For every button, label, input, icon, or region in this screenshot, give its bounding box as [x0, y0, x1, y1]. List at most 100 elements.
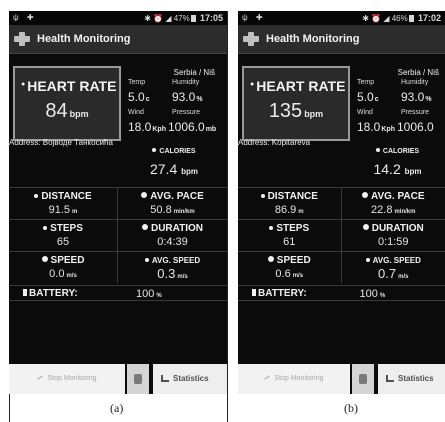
avg-pace-stat: AVG. PACE 50.8 min/km	[118, 188, 227, 219]
humidity-label: Humidity	[172, 79, 200, 86]
statistics-button[interactable]: Statistics	[153, 364, 227, 394]
speed-unit: m/s	[66, 273, 77, 279]
address-label: Address: Kopitareva	[238, 138, 311, 147]
stop-icon	[37, 375, 44, 380]
medical-cross-icon	[14, 31, 30, 47]
weather-panel: Serbia / Niš Temp Humidity 5.0c 93.0% Wi…	[355, 68, 445, 152]
steps-icon	[43, 226, 48, 230]
battery-row: BATTERY: 100%	[9, 285, 227, 301]
heart-rate-box: ● HEART RATE 135 bpm	[242, 66, 350, 141]
avg-speed-value: 0.3	[157, 266, 176, 281]
pressure-value: 1006.0mb	[168, 120, 217, 134]
duration-value: 0:4:39	[157, 236, 188, 248]
avg-speed-label: AVG. SPEED	[372, 256, 421, 265]
distance-value: 86.9	[274, 204, 297, 216]
speed-label: SPEED	[50, 255, 85, 266]
phone-screen-b: ψ ✚ ✱ ⏰ ◢ 46% 17:02 Health Monitoring ● H…	[238, 11, 445, 394]
avg-speed-label: AVG. SPEED	[151, 256, 201, 265]
sensor-button[interactable]	[127, 364, 149, 394]
heart-rate-unit: bpm	[69, 109, 89, 119]
steps-value: 65	[56, 236, 70, 248]
sensor-icon	[359, 374, 367, 384]
heart-rate-value: 84	[45, 100, 68, 122]
stats-row-3: SPEED 0.0 m/s AVG. SPEED 0.3 m/s	[9, 251, 227, 283]
phone-screen-a: ψ ✚ ✱ ⏰ ◢ 47% 17:05 Health Monitoring ● H…	[9, 11, 227, 394]
caption-a: (a)	[110, 401, 124, 415]
stop-monitoring-button[interactable]: Stop Monitoring	[238, 364, 350, 394]
battery-level-icon	[252, 289, 256, 296]
battery-value: 100	[359, 288, 378, 300]
alarm-icon: ⏰	[371, 14, 382, 23]
timer-icon	[141, 224, 148, 230]
action-bar: Health Monitoring	[238, 25, 445, 54]
steps-label: STEPS	[276, 223, 310, 234]
temp-value: 5.0c	[128, 90, 150, 104]
alarm-icon: ⏰	[153, 14, 164, 23]
statistics-button[interactable]: Statistics	[378, 364, 445, 394]
distance-icon	[34, 194, 39, 198]
status-indicators: ✱ ⏰ ◢ 46% 17:02	[362, 13, 441, 23]
duration-label: DURATION	[150, 223, 204, 234]
address-label: Address: Војводе Танкосића	[9, 138, 113, 147]
bottom-bar: Stop Monitoring Statistics	[238, 364, 445, 394]
wind-label: Wind	[357, 109, 373, 116]
signal-icon: ◢	[165, 14, 172, 23]
calories-label: CALORIES	[121, 148, 227, 155]
clock: 17:05	[199, 13, 223, 23]
stop-monitoring-button[interactable]: Stop Monitoring	[9, 364, 125, 394]
battery-label: BATTERY:	[29, 288, 78, 299]
heart-icon: ●	[21, 81, 26, 88]
battery-percent: 46%	[391, 14, 408, 23]
steps-icon	[269, 226, 274, 230]
app-title: Health Monitoring	[37, 33, 131, 45]
speed-stat: SPEED 0.0 m/s	[9, 252, 118, 283]
avg-speed-icon	[144, 258, 149, 262]
action-bar: Health Monitoring	[9, 25, 227, 54]
stats-row-1: DISTANCE 86.9 m AVG. PACE 22.8 min/km	[238, 187, 445, 219]
distance-value: 91.5	[48, 204, 71, 216]
calories-icon	[375, 148, 380, 152]
avg-speed-stat: AVG. SPEED 0.7 m/s	[342, 252, 445, 283]
humidity-value: 93.0%	[172, 90, 203, 104]
pace-icon	[361, 192, 368, 198]
heart-rate-unit: bpm	[304, 109, 324, 119]
heart-icon: ●	[250, 81, 255, 88]
sensor-icon	[134, 374, 142, 384]
battery-level-icon	[23, 289, 27, 296]
battery-unit: %	[379, 293, 386, 299]
heart-rate-value: 135	[268, 100, 303, 122]
avg-pace-label: AVG. PACE	[150, 191, 204, 202]
distance-label: DISTANCE	[267, 191, 318, 202]
humidity-value: 93.0%	[401, 90, 432, 104]
avg-pace-value: 22.8	[371, 204, 393, 216]
avg-speed-icon	[365, 258, 370, 262]
pressure-label: Pressure	[172, 109, 201, 116]
chart-icon	[386, 375, 394, 382]
avg-pace-unit: min/km	[394, 209, 416, 215]
duration-value: 0:1:59	[377, 236, 409, 248]
wind-value: 18.0Kph	[357, 120, 395, 134]
stats-row-3: SPEED 0.6 m/s AVG. SPEED 0.7 m/s	[238, 251, 445, 283]
stop-icon	[264, 375, 271, 380]
duration-stat: DURATION 0:4:39	[118, 220, 227, 251]
medical-cross-icon	[243, 31, 259, 47]
notification-icons: ψ ✚	[13, 13, 37, 22]
distance-icon	[260, 194, 265, 198]
distance-label: DISTANCE	[41, 191, 92, 202]
pace-icon	[141, 192, 148, 198]
pressure-label: Pressure	[401, 109, 430, 116]
speed-stat: SPEED 0.6 m/s	[238, 252, 342, 283]
battery-label: BATTERY:	[258, 288, 307, 299]
figure-divider	[227, 11, 228, 422]
heart-rate-label: HEART RATE	[27, 78, 117, 94]
duration-label: DURATION	[371, 223, 424, 234]
duration-stat: DURATION 0:1:59	[342, 220, 445, 251]
steps-value: 61	[283, 236, 296, 248]
sensor-button[interactable]	[352, 364, 374, 394]
heart-rate-label: HEART RATE	[256, 78, 346, 94]
distance-unit: m	[72, 209, 78, 215]
heart-rate-box: ● HEART RATE 84 bpm	[13, 66, 121, 141]
distance-unit: m	[298, 209, 304, 215]
stats-row-1: DISTANCE 91.5 m AVG. PACE 50.8 min/km	[9, 187, 227, 219]
weather-panel: Serbia / Niš Temp Humidity 5.0c 93.0% Wi…	[126, 68, 227, 152]
